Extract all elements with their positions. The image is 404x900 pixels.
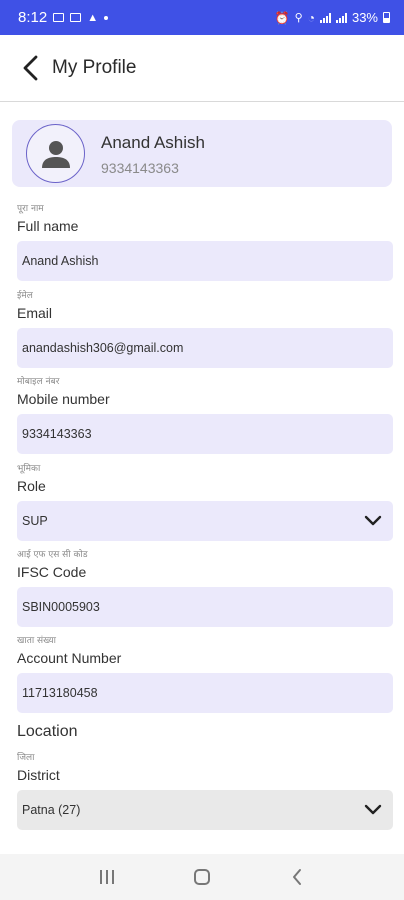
role-value: SUP [22, 514, 48, 528]
email-label-hindi: ईमेल [17, 291, 33, 301]
avatar [26, 124, 85, 183]
location-icon: ⚲ [294, 12, 303, 24]
profile-card: Anand Ashish 9334143363 [12, 120, 392, 187]
role-label-hindi: भूमिका [17, 464, 41, 474]
email-input[interactable]: anandashish306@gmail.com [17, 328, 393, 368]
gallery-notification-icon [53, 13, 65, 22]
drive-notification-icon: ▲ [87, 11, 99, 24]
signal-icon [319, 12, 331, 23]
profile-name: Anand Ashish [101, 133, 205, 152]
mobile-value: 9334143363 [22, 427, 92, 441]
battery-icon [383, 12, 390, 23]
ifsc-value: SBIN0005903 [22, 600, 100, 614]
location-section-title: Location [17, 723, 78, 740]
signal-icon-2 [335, 12, 347, 23]
district-label: District [17, 767, 60, 783]
status-bar: 8:12 ▲ ⏰ ⚲ ◔ 33% [0, 0, 404, 35]
email-value: anandashish306@gmail.com [22, 341, 184, 355]
wifi-icon: ◔ [307, 10, 315, 25]
full-name-input[interactable]: Anand Ashish [17, 241, 393, 281]
status-time: 8:12 [18, 9, 48, 26]
recent-apps-button[interactable] [87, 857, 127, 897]
role-field: भूमिका Role SUP [17, 464, 393, 541]
person-icon [41, 140, 70, 168]
ifsc-input[interactable]: SBIN0005903 [17, 587, 393, 627]
alarm-icon: ⏰ [274, 10, 290, 25]
message-notification-icon [70, 13, 82, 22]
account-number-field: खाता संख्या Account Number 11713180458 [17, 636, 393, 713]
full-name-label-hindi: पूरा नाम [17, 204, 44, 214]
home-icon [193, 869, 210, 885]
recent-apps-icon [100, 870, 115, 884]
mobile-label: Mobile number [17, 391, 110, 407]
account-number-label-hindi: खाता संख्या [17, 636, 56, 646]
ifsc-label: IFSC Code [17, 564, 87, 580]
email-label: Email [17, 305, 53, 321]
chevron-down-icon [364, 515, 382, 527]
app-bar: My Profile [0, 35, 404, 102]
back-button[interactable] [8, 45, 54, 91]
district-field: जिला District Patna (27) [17, 753, 393, 830]
role-label: Role [17, 478, 46, 494]
district-dropdown[interactable]: Patna (27) [17, 790, 393, 830]
mobile-field: मोबाइल नंबर Mobile number 9334143363 [17, 377, 393, 454]
ifsc-label-hindi: आई एफ एस सी कोड [17, 550, 88, 560]
mobile-label-hindi: मोबाइल नंबर [17, 377, 60, 387]
home-button[interactable] [182, 857, 222, 897]
back-arrow-icon [292, 869, 301, 885]
chevron-down-icon [364, 804, 382, 816]
role-dropdown[interactable]: SUP [17, 501, 393, 541]
profile-form[interactable]: Anand Ashish 9334143363 पूरा नाम Full na… [0, 103, 404, 854]
district-label-hindi: जिला [17, 753, 35, 763]
more-notifications-icon [104, 15, 109, 20]
ifsc-field: आई एफ एस सी कोड IFSC Code SBIN0005903 [17, 550, 393, 627]
email-field: ईमेल Email anandashish306@gmail.com [17, 291, 393, 368]
chevron-left-icon [23, 55, 38, 81]
full-name-field: पूरा नाम Full name Anand Ashish [17, 204, 393, 281]
account-number-value: 11713180458 [22, 686, 98, 700]
full-name-label: Full name [17, 218, 79, 234]
system-nav-bar [0, 854, 404, 900]
profile-phone: 9334143363 [101, 160, 179, 176]
system-back-button[interactable] [277, 857, 317, 897]
battery-percent: 33% [351, 10, 378, 25]
page-title: My Profile [52, 57, 137, 78]
mobile-input[interactable]: 9334143363 [17, 414, 393, 454]
full-name-value: Anand Ashish [22, 254, 99, 268]
account-number-label: Account Number [17, 650, 122, 666]
district-value: Patna (27) [22, 803, 81, 817]
account-number-input[interactable]: 11713180458 [17, 673, 393, 713]
